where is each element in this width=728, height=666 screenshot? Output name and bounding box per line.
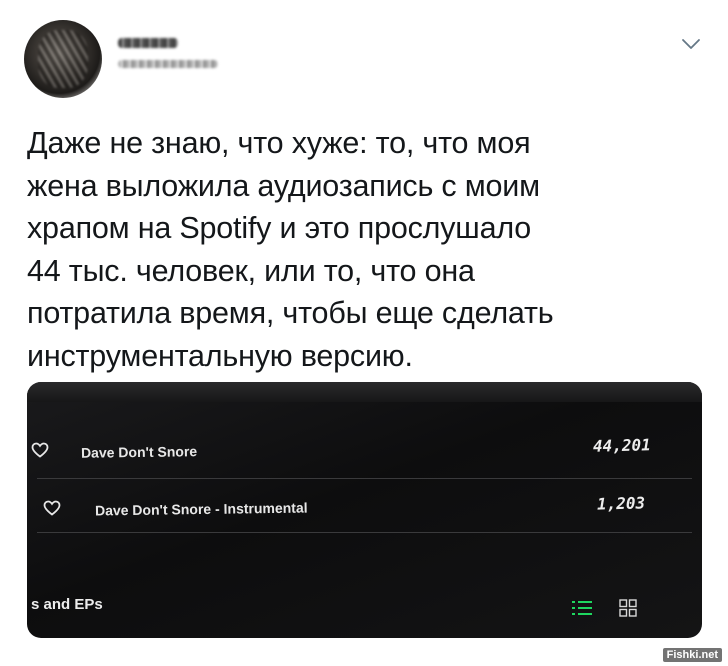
grid-view-icon[interactable] [619, 599, 637, 617]
track-row[interactable]: Dave Don't Snore 44,201 [27, 420, 702, 478]
blurred-display-name[interactable] [118, 38, 178, 48]
heart-icon[interactable] [31, 442, 49, 458]
screen-bezel [27, 382, 702, 402]
tweet-text: Даже не знаю, что хуже: то, что моя жена… [27, 126, 554, 373]
blurred-username[interactable] [118, 60, 218, 68]
section-label[interactable]: s and EPs [31, 596, 103, 613]
track-row[interactable]: Dave Don't Snore - Instrumental 1,203 [27, 478, 702, 536]
chevron-down-icon[interactable] [680, 36, 702, 52]
play-count: 44,201 [592, 435, 652, 456]
avatar[interactable] [24, 20, 102, 98]
track-title[interactable]: Dave Don't Snore [81, 443, 197, 461]
watermark: Fishki.net [662, 648, 722, 662]
list-view-icon[interactable] [571, 598, 593, 618]
row-divider [37, 532, 692, 533]
play-count: 1,203 [596, 493, 646, 514]
track-title[interactable]: Dave Don't Snore - Instrumental [95, 500, 308, 519]
tweet-photo[interactable]: Dave Don't Snore 44,201 Dave Don't Snore… [27, 382, 702, 638]
heart-icon[interactable] [43, 500, 61, 516]
tweet-header [0, 0, 728, 110]
